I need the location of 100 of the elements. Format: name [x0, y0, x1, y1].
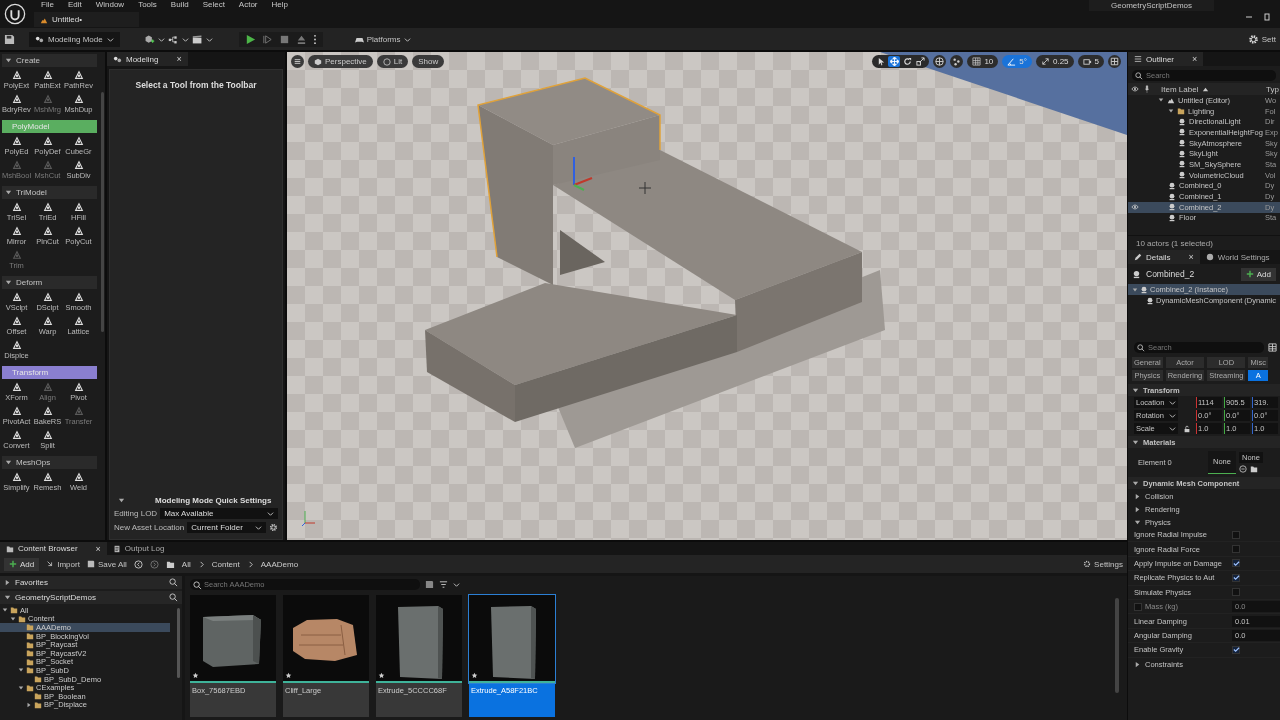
back-icon[interactable] — [133, 559, 143, 569]
play-icon[interactable] — [244, 33, 256, 45]
sources-header[interactable]: Favorites — [0, 576, 182, 589]
menu-item[interactable]: Build — [163, 0, 196, 10]
close-button[interactable]: × — [1192, 54, 1198, 64]
menu-item[interactable]: Help — [264, 0, 295, 10]
forward-icon[interactable] — [149, 559, 159, 569]
caret-icon[interactable] — [1158, 97, 1164, 104]
transform-tool[interactable] — [914, 56, 927, 67]
filter-icon[interactable] — [439, 580, 448, 589]
caret-icon[interactable] — [453, 581, 460, 588]
save-icon[interactable] — [4, 33, 15, 45]
close-button[interactable]: × — [1188, 252, 1194, 262]
search-icon[interactable] — [169, 593, 178, 602]
star-icon[interactable] — [192, 672, 199, 679]
scrollbar[interactable] — [101, 92, 104, 332]
add-button[interactable]: Add — [4, 557, 40, 571]
view-mode-button[interactable]: Perspective — [308, 55, 373, 68]
table-icon[interactable] — [1268, 343, 1277, 352]
breadcrumb[interactable]: AAADemo — [260, 559, 299, 569]
menu-item[interactable]: File — [34, 0, 61, 10]
more-icon[interactable] — [312, 33, 317, 45]
category-header[interactable]: Deform — [2, 276, 97, 289]
breadcrumb[interactable]: Content — [211, 559, 240, 569]
dropdown[interactable]: Max Available — [160, 508, 278, 519]
engine-logo-icon[interactable] — [4, 3, 26, 25]
add-component-button[interactable]: Add — [1240, 267, 1276, 281]
rotation-snap-button[interactable]: 5° — [1002, 55, 1032, 68]
star-icon[interactable] — [378, 672, 385, 679]
column-heading[interactable]: Typ — [1266, 84, 1280, 94]
panel-tab[interactable]: Details × — [1128, 250, 1200, 264]
layout-icon[interactable] — [1108, 55, 1121, 68]
folder-icon[interactable] — [1250, 464, 1258, 473]
import-button[interactable]: Import — [46, 559, 80, 569]
panel-tab[interactable]: Outliner × — [1128, 52, 1204, 66]
checkbox[interactable] — [1232, 559, 1240, 568]
lock-icon[interactable] — [1183, 424, 1191, 433]
stop-icon[interactable] — [278, 33, 290, 45]
nodes-icon[interactable] — [167, 33, 179, 45]
eject-icon[interactable] — [295, 33, 307, 45]
column-heading[interactable]: Item Label — [1161, 84, 1199, 94]
caret-icon[interactable] — [118, 497, 125, 504]
eye-icon[interactable] — [1131, 85, 1139, 93]
checkbox[interactable] — [1232, 545, 1240, 554]
close-button[interactable]: × — [95, 543, 101, 554]
star-icon[interactable] — [285, 672, 292, 679]
mode-dropdown[interactable]: Modeling Mode — [29, 31, 120, 47]
platforms-dropdown[interactable]: Platforms — [348, 33, 417, 45]
viewport[interactable]: Perspective Lit Show 10 5° 0.25 5 — [287, 52, 1127, 540]
close-button[interactable]: × — [176, 54, 182, 64]
panel-tab[interactable]: Modeling × — [107, 52, 188, 66]
category-header[interactable]: Create — [2, 54, 97, 67]
globe-icon[interactable] — [933, 55, 947, 68]
caret-icon[interactable] — [1168, 108, 1174, 115]
surface-snap-icon[interactable] — [950, 55, 964, 68]
sources-header[interactable]: GeometryScriptDemos — [0, 591, 182, 604]
caret-icon[interactable] — [181, 35, 189, 43]
caret-icon[interactable] — [205, 35, 213, 43]
pin-icon[interactable] — [1143, 85, 1151, 93]
add-cube-icon[interactable] — [143, 33, 155, 45]
settings-button[interactable]: Settings — [1083, 559, 1123, 569]
dropdown[interactable]: Current Folder — [187, 522, 266, 533]
caret-icon[interactable] — [1132, 286, 1138, 293]
checkbox[interactable] — [1232, 530, 1240, 539]
star-icon[interactable] — [471, 672, 478, 679]
eye-icon[interactable] — [1131, 203, 1139, 212]
clapperboard-icon[interactable] — [191, 33, 203, 45]
folder-icon[interactable] — [165, 559, 175, 569]
transform-tool[interactable] — [901, 56, 914, 67]
panel-tab[interactable]: Content Browser × — [0, 542, 107, 555]
search-icon[interactable] — [169, 578, 178, 587]
transform-tool[interactable] — [888, 56, 901, 67]
scrollbar[interactable] — [1115, 598, 1119, 693]
scrollbar[interactable] — [177, 608, 180, 678]
menu-item[interactable]: Edit — [60, 0, 89, 10]
maximize-icon[interactable] — [1262, 12, 1272, 22]
menu-item[interactable]: Select — [195, 0, 232, 10]
category-header[interactable]: TriModel — [2, 186, 97, 199]
lighting-button[interactable]: Lit — [376, 55, 409, 68]
settings-icon[interactable] — [269, 523, 278, 532]
settings-button[interactable]: Sett — [1247, 33, 1276, 45]
save-all-button[interactable]: Save All — [86, 559, 127, 569]
scale-snap-button[interactable]: 0.25 — [1035, 55, 1074, 68]
cursor-icon — [876, 57, 886, 66]
checkbox[interactable] — [1232, 645, 1240, 654]
checkbox[interactable] — [1232, 588, 1240, 597]
browse-icon[interactable] — [1239, 464, 1247, 473]
menu-item[interactable]: Actor — [231, 0, 265, 10]
menu-icon[interactable] — [291, 55, 304, 68]
breadcrumb[interactable]: All — [181, 559, 191, 569]
save-search-icon[interactable] — [425, 580, 434, 589]
panel-tab[interactable]: Output Log — [106, 542, 171, 555]
menu-item[interactable]: Tools — [131, 0, 164, 10]
menu-item[interactable]: Window — [88, 0, 132, 10]
show-button[interactable]: Show — [412, 55, 445, 68]
category-header[interactable]: MeshOps — [2, 456, 97, 469]
checkbox[interactable] — [1232, 573, 1240, 582]
step-icon[interactable] — [261, 33, 273, 45]
document-tab[interactable]: Untitled• — [34, 12, 139, 27]
caret-icon[interactable] — [157, 35, 165, 43]
